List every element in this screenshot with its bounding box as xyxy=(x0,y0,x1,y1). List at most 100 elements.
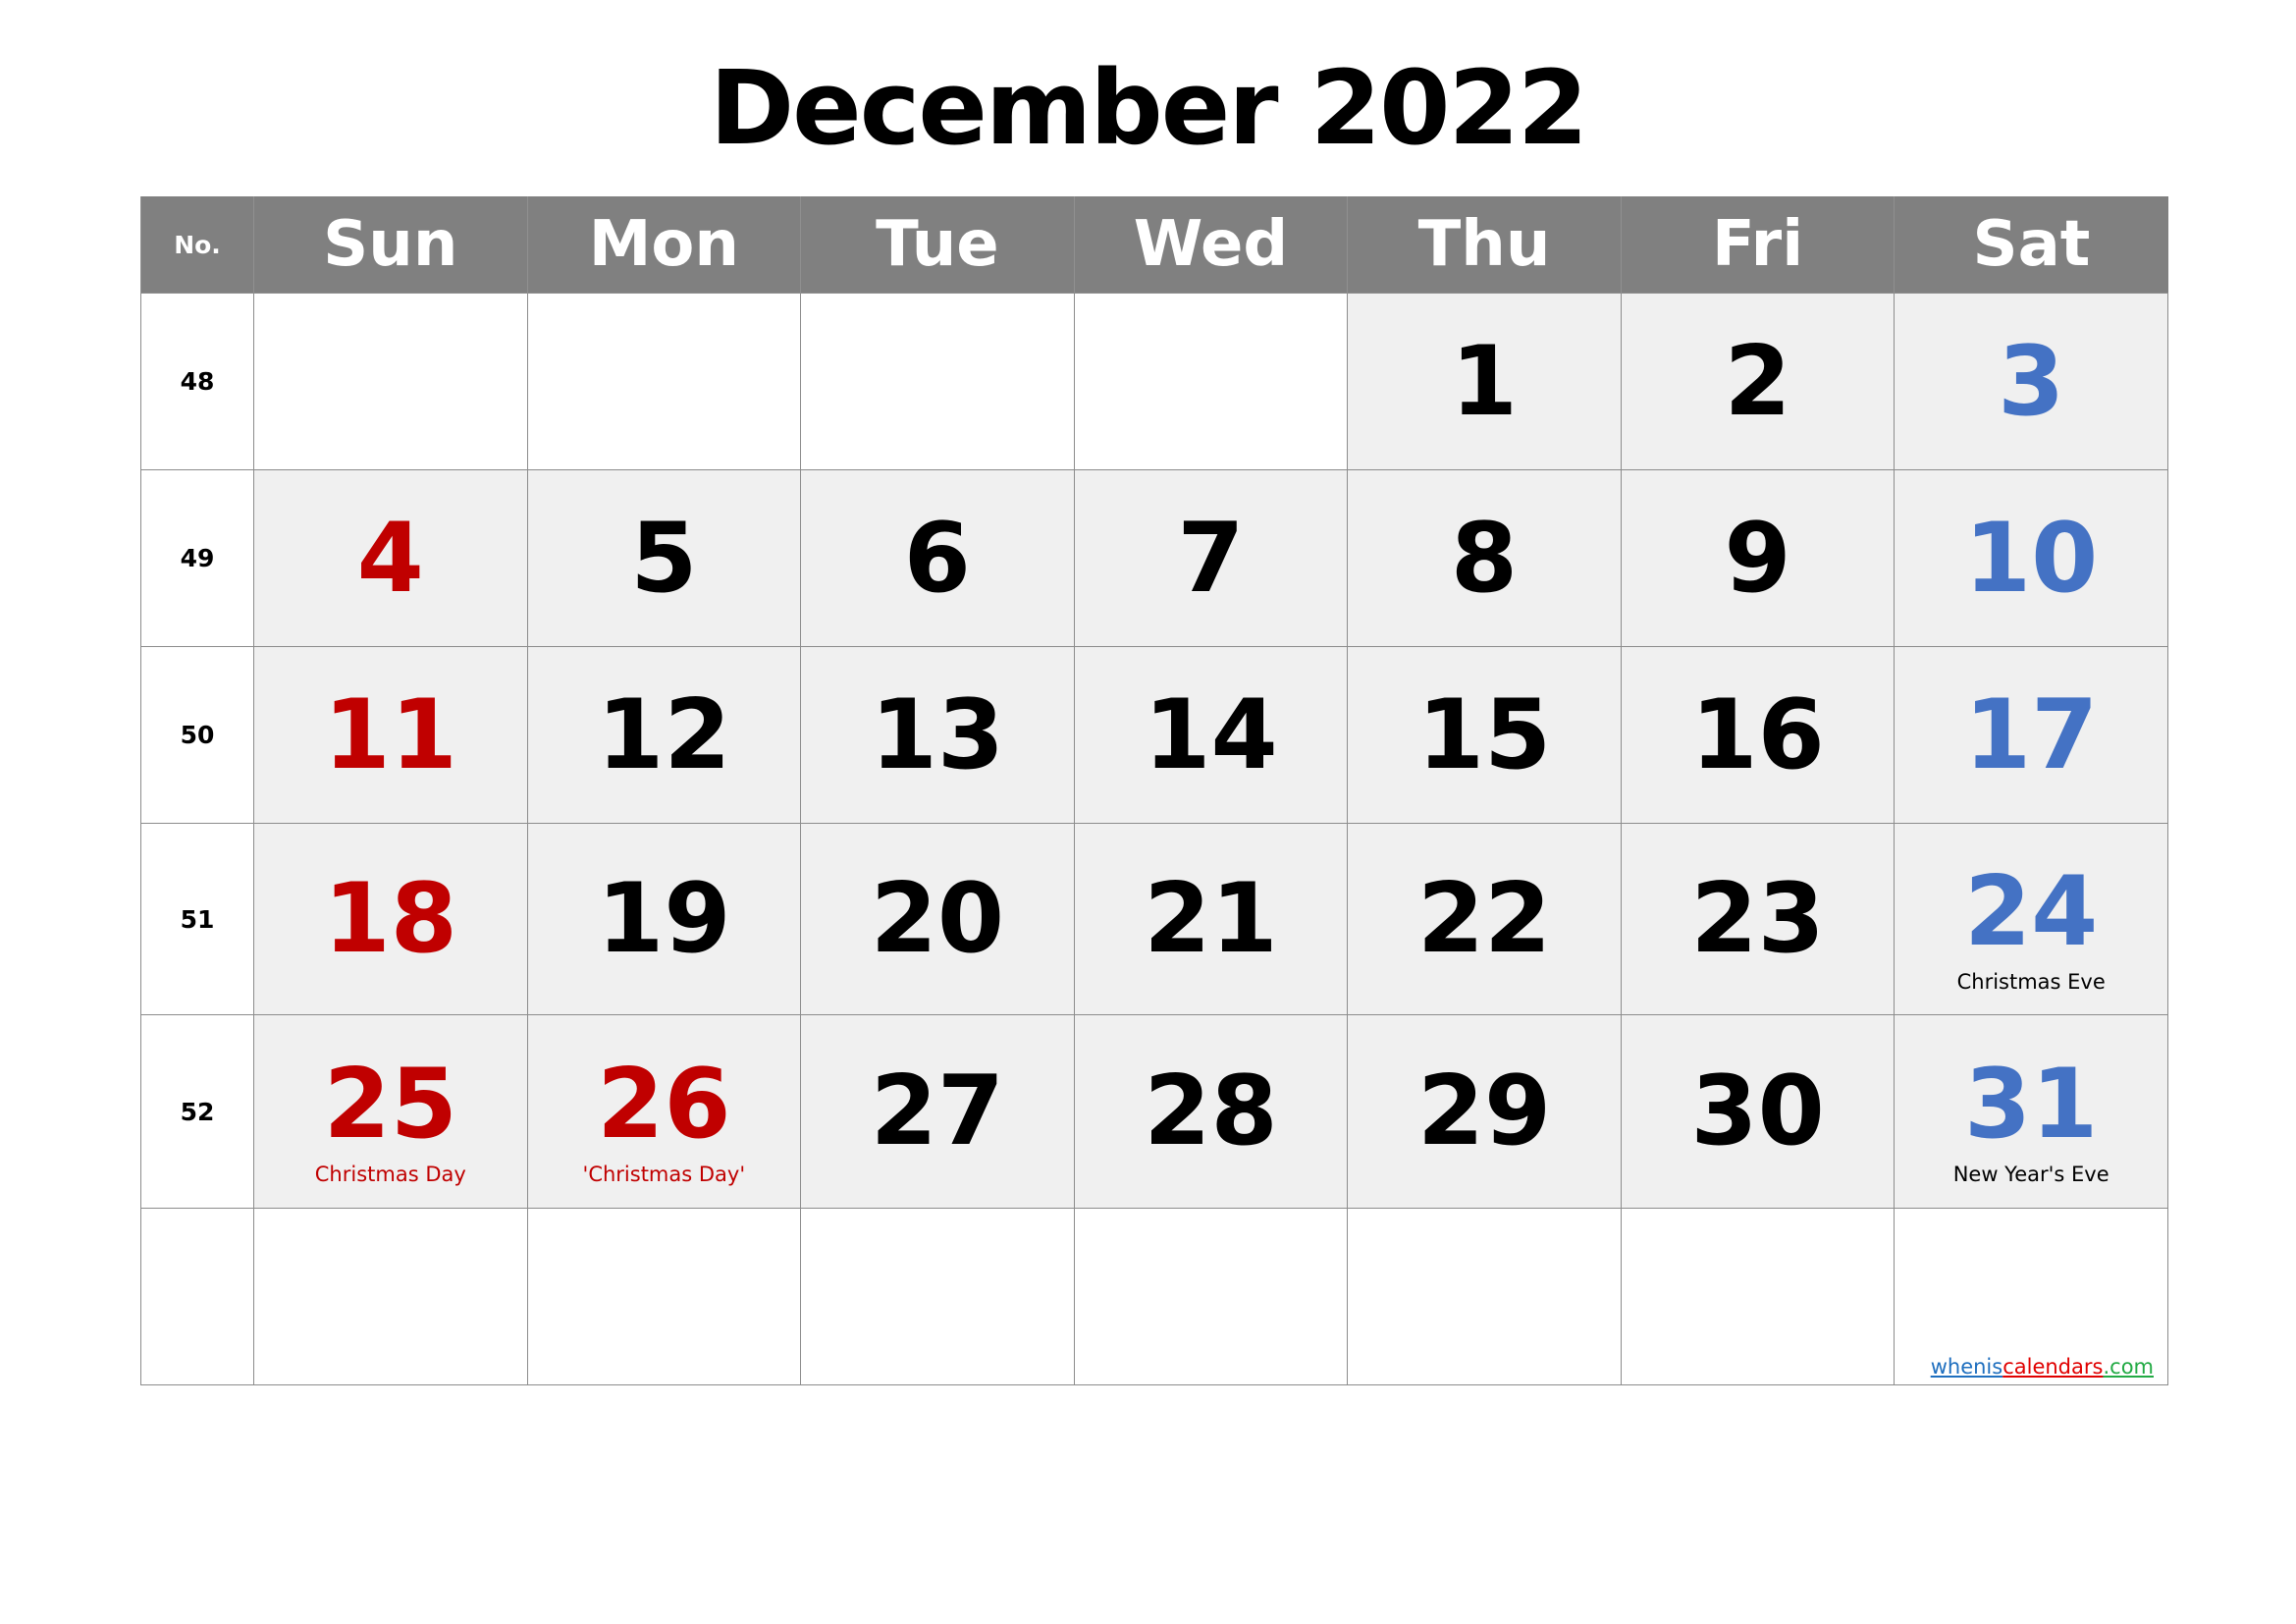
day-cell: 27 xyxy=(800,1014,1075,1209)
holiday-label: 'Christmas Day' xyxy=(582,1163,746,1186)
day-cell: 12 xyxy=(526,646,802,824)
day-cell: 29 xyxy=(1347,1014,1622,1209)
day-cell-content: 17 xyxy=(1895,687,2167,784)
header-row: No. Sun Mon Tue Wed Thu Fri Sat xyxy=(140,196,2168,294)
day-cell-content: 3 xyxy=(1895,334,2167,430)
holiday-label: Christmas Day xyxy=(314,1163,466,1186)
day-number: 16 xyxy=(1690,678,1825,791)
week-number: 50 xyxy=(140,646,254,824)
day-cell: 7 xyxy=(1073,469,1349,647)
day-number: 22 xyxy=(1416,863,1552,975)
website-credit-link[interactable]: wheniscalendars.com xyxy=(1931,1355,2154,1379)
day-cell-content: 6 xyxy=(801,511,1074,607)
day-number: 29 xyxy=(1416,1056,1552,1167)
day-cell: 23 xyxy=(1620,823,1896,1015)
day-cell-content: 5 xyxy=(528,511,801,607)
day-number: 25 xyxy=(323,1049,457,1161)
day-cell: 9 xyxy=(1620,469,1896,647)
day-cell: 8 xyxy=(1347,469,1622,647)
day-cell: 4 xyxy=(253,469,528,647)
day-cell-content: 7 xyxy=(1075,511,1348,607)
day-cell: 14 xyxy=(1073,646,1349,824)
day-number: 1 xyxy=(1450,325,1519,438)
day-header-tue: Tue xyxy=(800,196,1075,294)
day-cell-content: 29 xyxy=(1348,1063,1621,1160)
day-number: 10 xyxy=(1963,502,2099,615)
day-cell: wheniscalendars.com xyxy=(1894,1208,2168,1385)
day-cell-content: 19 xyxy=(528,871,801,967)
day-number: 5 xyxy=(630,502,698,615)
day-cell: 13 xyxy=(800,646,1075,824)
week-row: 49 4 5 6 7 8 9 10 xyxy=(140,469,2168,647)
day-cell: 25 Christmas Day xyxy=(253,1014,528,1209)
day-cell: 30 xyxy=(1620,1014,1896,1209)
day-header-mon: Mon xyxy=(526,196,801,294)
day-cell xyxy=(526,293,802,470)
day-number: 13 xyxy=(870,678,1005,791)
day-cell: 26 'Christmas Day' xyxy=(526,1014,802,1209)
day-cell: 5 xyxy=(526,469,802,647)
day-number: 9 xyxy=(1724,502,1791,615)
day-cell-content: 28 xyxy=(1075,1063,1348,1160)
day-header-fri: Fri xyxy=(1620,196,1895,294)
day-cell: 18 xyxy=(253,823,528,1015)
day-cell: 2 xyxy=(1620,293,1896,470)
day-cell-content: 13 xyxy=(801,687,1074,784)
day-cell-content: 1 xyxy=(1348,334,1621,430)
day-cell-content: 15 xyxy=(1348,687,1621,784)
day-number: 31 xyxy=(1963,1049,2099,1161)
day-cell: 10 xyxy=(1894,469,2168,647)
week-number: 48 xyxy=(140,293,254,470)
week-row: 51 18 19 20 21 22 23 24 Christmas Eve xyxy=(140,823,2168,1015)
day-cell xyxy=(1073,293,1349,470)
day-cell: 16 xyxy=(1620,646,1896,824)
day-cell: 15 xyxy=(1347,646,1622,824)
day-cell-content: 23 xyxy=(1622,871,1895,967)
week-number xyxy=(140,1208,254,1385)
day-number: 15 xyxy=(1416,678,1552,791)
day-number: 8 xyxy=(1450,502,1519,615)
week-row: 50 11 12 13 14 15 16 17 xyxy=(140,646,2168,824)
day-cell-content: 27 xyxy=(801,1063,1074,1160)
week-row: 48 1 2 3 xyxy=(140,293,2168,470)
day-cell xyxy=(1347,1208,1622,1385)
holiday-label: Christmas Eve xyxy=(1956,970,2106,994)
day-cell xyxy=(800,293,1075,470)
day-cell-content: 9 xyxy=(1622,511,1895,607)
day-cell: 22 xyxy=(1347,823,1622,1015)
day-cell xyxy=(526,1208,802,1385)
day-number: 20 xyxy=(870,863,1005,975)
day-cell-content: 20 xyxy=(801,871,1074,967)
day-number: 18 xyxy=(323,863,457,975)
day-cell: 21 xyxy=(1073,823,1349,1015)
day-cell: 19 xyxy=(526,823,802,1015)
day-number: 12 xyxy=(597,678,731,791)
day-number: 26 xyxy=(597,1049,731,1161)
day-cell-content: 8 xyxy=(1348,511,1621,607)
credit-text-3: .com xyxy=(2103,1355,2154,1379)
day-number: 23 xyxy=(1690,863,1825,975)
day-cell-content: 14 xyxy=(1075,687,1348,784)
day-number: 21 xyxy=(1144,863,1278,975)
week-row: 52 25 Christmas Day 26 'Christmas Day' 27 28 29… xyxy=(140,1014,2168,1209)
day-cell-content: 18 xyxy=(254,871,527,967)
day-number: 11 xyxy=(323,678,457,791)
day-cell-content: 30 xyxy=(1622,1063,1895,1160)
day-number: 17 xyxy=(1963,678,2099,791)
day-cell: 17 xyxy=(1894,646,2168,824)
day-cell-content: 12 xyxy=(528,687,801,784)
day-cell: 31 New Year's Eve xyxy=(1894,1014,2168,1209)
credit-text-2: calendars xyxy=(2002,1355,2104,1379)
day-cell: 11 xyxy=(253,646,528,824)
calendar-title: December 2022 xyxy=(709,48,1588,168)
day-number: 4 xyxy=(356,502,424,615)
day-number: 28 xyxy=(1144,1056,1278,1167)
day-cell-content: 25 Christmas Day xyxy=(254,1037,527,1186)
day-cell: 28 xyxy=(1073,1014,1349,1209)
week-number: 52 xyxy=(140,1014,254,1209)
day-header-wed: Wed xyxy=(1073,196,1348,294)
week-number-header: No. xyxy=(140,196,254,294)
day-number: 3 xyxy=(1998,325,2065,438)
day-cell: 1 xyxy=(1347,293,1622,470)
day-cell xyxy=(800,1208,1075,1385)
